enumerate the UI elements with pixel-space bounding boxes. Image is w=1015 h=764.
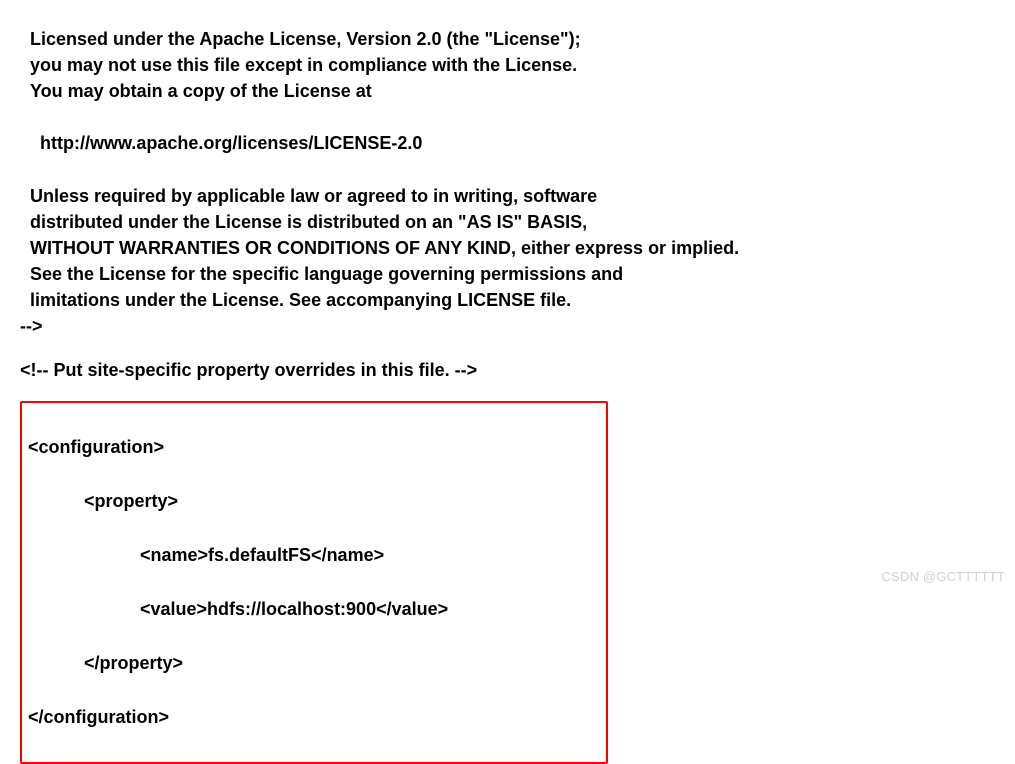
config-close-tag: </configuration> (28, 704, 600, 731)
property-value: <value>hdfs://localhost:900</value> (28, 596, 600, 623)
property-open-tag: <property> (28, 488, 600, 515)
license-text: Licensed under the Apache License, Versi… (20, 0, 995, 313)
comment-close: --> (20, 313, 995, 339)
watermark: CSDN @GCTTTTTT (881, 569, 1005, 584)
site-specific-comment: <!-- Put site-specific property override… (20, 357, 995, 383)
license-line: See the License for the specific languag… (30, 264, 623, 284)
license-line: limitations under the License. See accom… (30, 290, 571, 310)
license-url: http://www.apache.org/licenses/LICENSE-2… (30, 133, 422, 153)
license-line: distributed under the License is distrib… (30, 212, 587, 232)
configuration-block: <configuration> <property> <name>fs.defa… (20, 401, 608, 764)
config-open-tag: <configuration> (28, 434, 600, 461)
license-line: Unless required by applicable law or agr… (30, 186, 597, 206)
license-line: you may not use this file except in comp… (30, 55, 577, 75)
property-close-tag: </property> (28, 650, 600, 677)
property-name: <name>fs.defaultFS</name> (28, 542, 600, 569)
license-line: WITHOUT WARRANTIES OR CONDITIONS OF ANY … (30, 238, 739, 258)
license-line: Licensed under the Apache License, Versi… (30, 29, 581, 49)
license-line: You may obtain a copy of the License at (30, 81, 372, 101)
